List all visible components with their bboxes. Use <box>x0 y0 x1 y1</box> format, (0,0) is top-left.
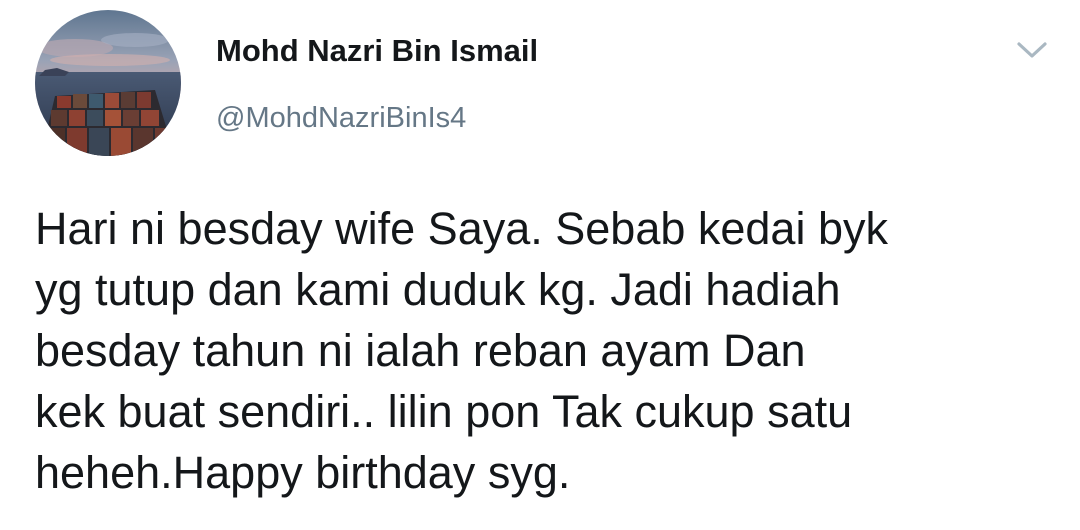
tweet-text-line: kek buat sendiri.. lilin pon Tak cukup s… <box>35 386 853 437</box>
tweet-text-line: heheh.Happy birthday syg. <box>35 447 571 498</box>
author-display-name[interactable]: Mohd Nazri Bin Ismail <box>216 33 538 69</box>
tweet-text-line: yg tutup dan kami duduk kg. Jadi hadiah <box>35 264 841 315</box>
tweet-text-line: besday tahun ni ialah reban ayam Dan <box>35 325 806 376</box>
chevron-down-icon <box>1017 42 1047 58</box>
author-handle[interactable]: @MohdNazriBinIs4 <box>216 102 466 135</box>
cargo-ship-photo-icon <box>35 10 181 156</box>
tweet-body: Hari ni besday wife Saya. Sebab kedai by… <box>35 198 1035 503</box>
tweet-menu-button[interactable] <box>1014 36 1050 64</box>
profile-avatar[interactable] <box>35 10 181 156</box>
tweet-card: Mohd Nazri Bin Ismail @MohdNazriBinIs4 H… <box>0 0 1080 530</box>
tweet-text-line: Hari ni besday wife Saya. Sebab kedai by… <box>35 203 888 254</box>
